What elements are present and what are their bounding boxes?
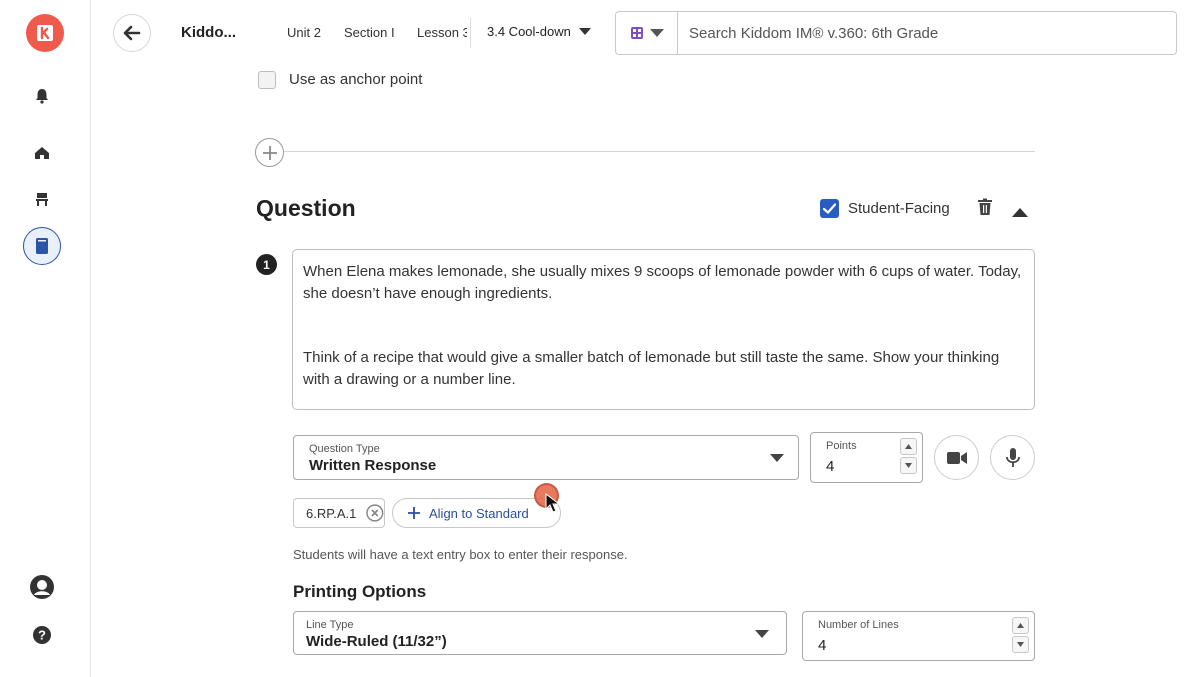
lesson-dropdown[interactable]: 3.4 Cool-down	[487, 24, 591, 39]
caret-up-icon	[905, 444, 912, 449]
bell-icon[interactable]	[22, 76, 62, 116]
section-divider	[284, 151, 1035, 152]
response-helper-text: Students will have a text entry box to e…	[293, 547, 628, 562]
mouse-pointer-icon	[545, 493, 561, 513]
question-paragraph: When Elena makes lemonade, she usually m…	[303, 263, 1022, 302]
lesson-dropdown-label: 3.4 Cool-down	[487, 24, 571, 39]
question-heading: Question	[256, 195, 356, 221]
question-number-badge: 1	[256, 254, 277, 275]
checkmark-icon	[823, 203, 836, 214]
caret-down-icon	[1017, 642, 1024, 647]
question-type-label: Question Type	[309, 443, 380, 455]
number-of-lines-label: Number of Lines	[818, 619, 899, 631]
video-camera-icon	[946, 451, 967, 464]
breadcrumb-unit[interactable]: Unit 2	[287, 25, 321, 40]
line-type-label: Line Type	[306, 619, 354, 631]
student-facing-checkbox[interactable]	[820, 199, 839, 218]
trash-icon[interactable]	[977, 198, 993, 221]
breadcrumb-lesson[interactable]: Lesson 3	[417, 25, 467, 40]
printing-options-heading: Printing Options	[293, 582, 427, 601]
caret-down-icon	[649, 28, 664, 37]
book-icon[interactable]	[23, 227, 61, 265]
anchor-point-checkbox[interactable]	[258, 71, 276, 89]
collapse-caret-icon[interactable]	[1012, 204, 1028, 222]
question-type-value: Written Response	[309, 457, 437, 474]
sidebar: ?	[0, 0, 91, 677]
back-button[interactable]	[113, 14, 151, 52]
classroom-chair-icon[interactable]	[22, 179, 62, 219]
line-type-select[interactable]: Line Type Wide-Ruled (11/32”)	[293, 611, 787, 655]
stepper-down-button[interactable]	[900, 457, 917, 474]
kiddom-logo-icon[interactable]	[26, 14, 64, 52]
plus-icon	[408, 507, 420, 519]
points-value: 4	[826, 458, 835, 475]
standard-tag-label: 6.RP.A.1	[306, 505, 357, 521]
stepper-down-button[interactable]	[1012, 636, 1029, 653]
remove-circle-icon[interactable]	[366, 504, 384, 522]
course-title[interactable]: Kiddo...	[181, 24, 236, 41]
number-of-lines-value: 4	[818, 637, 827, 654]
question-text-editor[interactable]: When Elena makes lemonade, she usually m…	[292, 249, 1035, 410]
caret-down-icon	[578, 27, 591, 35]
caret-up-icon	[1017, 623, 1024, 628]
help-icon[interactable]: ?	[22, 615, 62, 655]
caret-down-icon	[905, 463, 912, 468]
points-label: Points	[826, 440, 857, 452]
arrow-left-icon	[123, 25, 141, 41]
add-video-button[interactable]	[934, 435, 979, 480]
grid-icon	[630, 27, 643, 39]
caret-down-icon	[755, 630, 769, 638]
align-to-standard-label: Align to Standard	[429, 505, 529, 521]
points-field[interactable]: Points 4	[810, 432, 923, 483]
line-type-value: Wide-Ruled (11/32”)	[306, 633, 447, 650]
search-bar	[615, 11, 1177, 55]
points-stepper[interactable]	[900, 438, 917, 474]
number-of-lines-field[interactable]: Number of Lines 4	[802, 611, 1035, 661]
question-paragraph: Think of a recipe that would give a smal…	[303, 349, 1000, 388]
lines-stepper[interactable]	[1012, 617, 1029, 653]
breadcrumb-section[interactable]: Section I	[344, 25, 399, 40]
plus-icon	[262, 145, 277, 160]
student-facing-label: Student-Facing	[848, 200, 950, 217]
stepper-up-button[interactable]	[1012, 617, 1029, 634]
caret-down-icon	[770, 454, 784, 462]
user-profile-icon[interactable]	[22, 567, 62, 607]
add-audio-button[interactable]	[990, 435, 1035, 480]
search-input[interactable]	[678, 12, 1176, 54]
microphone-icon	[1005, 447, 1020, 467]
standard-tag: 6.RP.A.1	[293, 498, 385, 528]
breadcrumb-divider	[470, 18, 471, 48]
search-filter-button[interactable]	[616, 12, 678, 54]
add-block-button[interactable]	[255, 138, 284, 167]
anchor-point-label: Use as anchor point	[289, 71, 423, 88]
home-icon[interactable]	[22, 133, 62, 173]
question-type-select[interactable]: Question Type Written Response	[293, 435, 799, 480]
svg-text:?: ?	[38, 628, 46, 643]
stepper-up-button[interactable]	[900, 438, 917, 455]
